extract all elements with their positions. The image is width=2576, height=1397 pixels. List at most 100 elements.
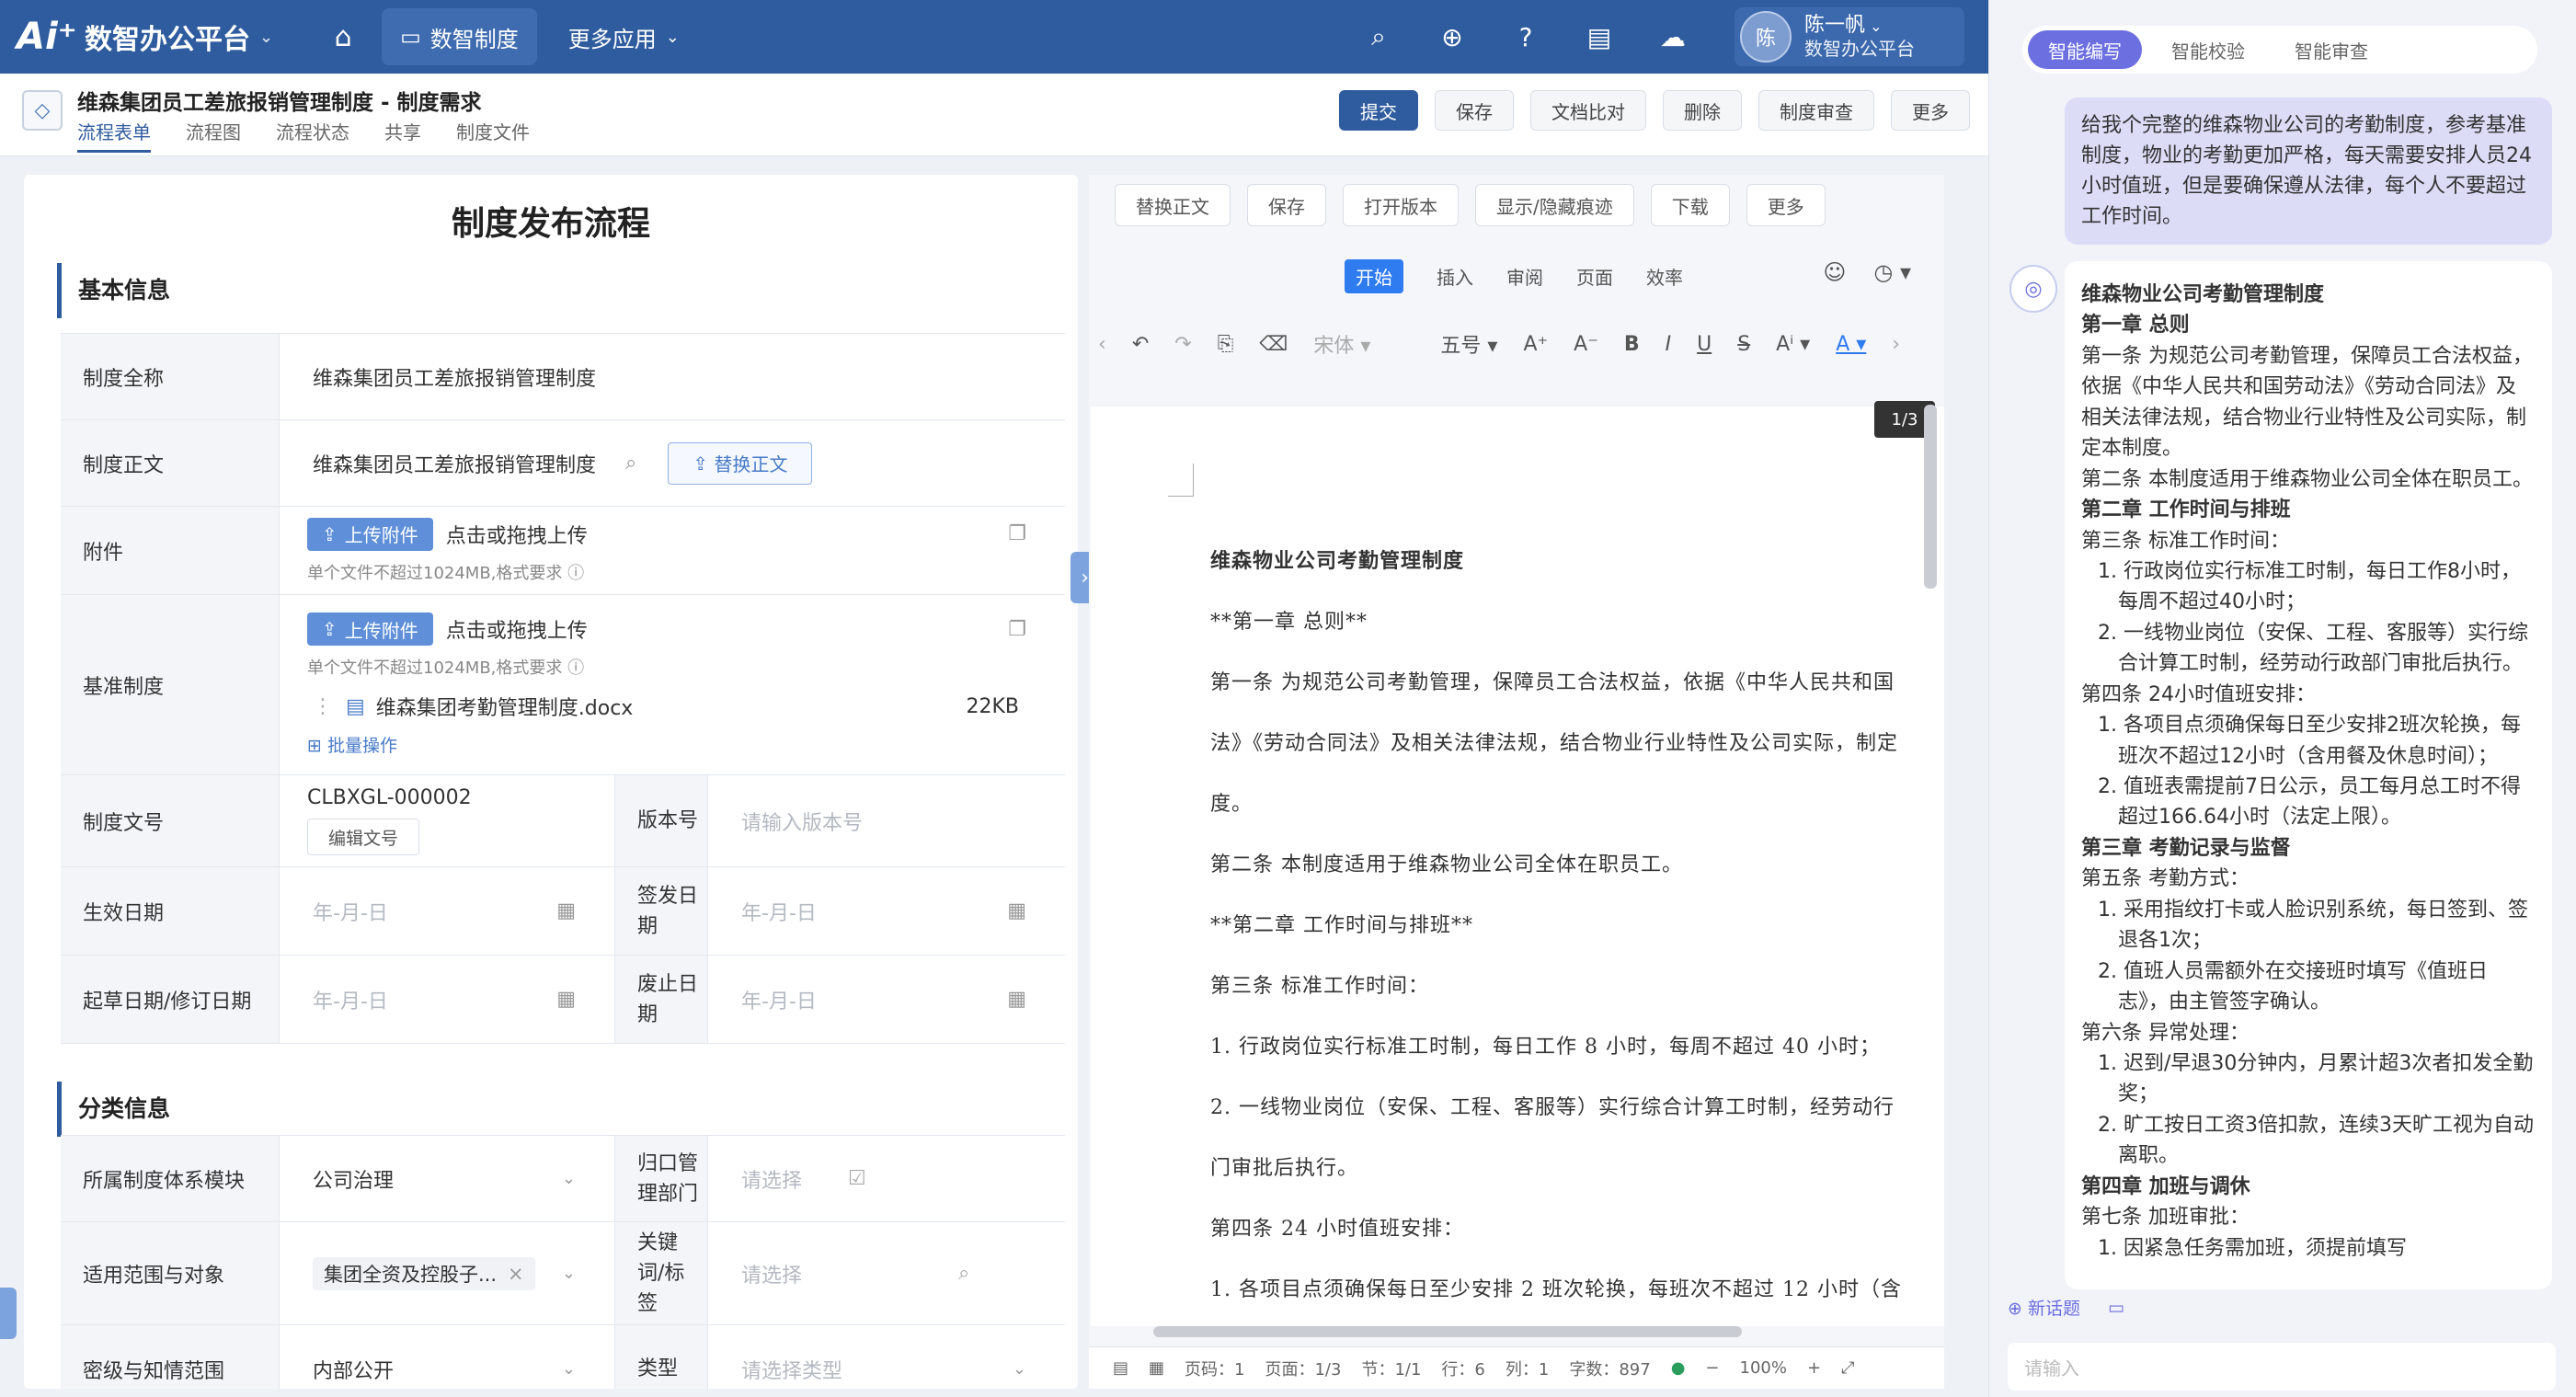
- underline-icon[interactable]: U: [1697, 333, 1712, 356]
- upload-attachment-button[interactable]: ⇪ 上传附件: [307, 613, 433, 646]
- abolish-date-picker[interactable]: 年-月-日 ▦: [708, 956, 1065, 1043]
- zoom-level[interactable]: 100%: [1740, 1358, 1787, 1378]
- keyword-select[interactable]: 请选择 ⌕: [708, 1222, 1065, 1324]
- tab-flowchart[interactable]: 流程图: [186, 118, 241, 153]
- chat-input[interactable]: 请输入: [2008, 1343, 2556, 1391]
- eraser-icon[interactable]: ⌫: [1259, 333, 1288, 356]
- draft-date-picker[interactable]: 年-月-日 ▦: [280, 956, 614, 1043]
- drag-handle-icon[interactable]: ⋮: [313, 695, 333, 718]
- undo-icon[interactable]: ↶: [1132, 333, 1149, 356]
- menu-tab-start[interactable]: 开始: [1345, 259, 1403, 293]
- cloud-upload-icon[interactable]: ☁: [1655, 19, 1690, 54]
- spell-check-icon[interactable]: ●: [1671, 1358, 1686, 1378]
- compare-button[interactable]: 文档比对: [1530, 90, 1646, 131]
- font-size-select[interactable]: 五号 ▾: [1440, 329, 1497, 359]
- open-version-button[interactable]: 打开版本: [1343, 184, 1459, 226]
- scroll-right-icon[interactable]: ›: [1892, 333, 1900, 356]
- save-button[interactable]: 保存: [1247, 184, 1326, 226]
- shrink-font-icon[interactable]: A⁻: [1574, 333, 1598, 356]
- nav-tab-system[interactable]: ▭ 数智制度: [382, 8, 537, 65]
- download-button[interactable]: 下载: [1650, 184, 1730, 226]
- issue-date-picker[interactable]: 年-月-日 ▦: [708, 867, 1065, 955]
- close-icon[interactable]: ×: [508, 1263, 524, 1285]
- menu-tab-page[interactable]: 页面: [1576, 263, 1613, 290]
- user-menu[interactable]: 陈 陈一帆 ⌄ 数智办公平台: [1735, 7, 1964, 66]
- chevron-down-icon[interactable]: ⌄: [259, 28, 273, 47]
- tab-system-file[interactable]: 制度文件: [456, 118, 530, 153]
- nav-tab-more-apps[interactable]: 更多应用 ⌄: [550, 8, 698, 65]
- menu-tab-review[interactable]: 审阅: [1506, 263, 1543, 290]
- help-icon[interactable]: ⓘ: [567, 658, 584, 678]
- tab-smart-verify[interactable]: 智能校验: [2151, 30, 2265, 69]
- help-icon[interactable]: ?: [1508, 19, 1543, 54]
- grow-font-icon[interactable]: A⁺: [1523, 333, 1548, 356]
- tab-process-status[interactable]: 流程状态: [276, 118, 349, 153]
- copy-icon[interactable]: ❐: [1008, 522, 1026, 545]
- scroll-left-icon[interactable]: ‹: [1098, 333, 1106, 356]
- tab-smart-review[interactable]: 智能审查: [2274, 30, 2388, 69]
- bold-icon[interactable]: B: [1624, 333, 1640, 356]
- document-page[interactable]: 维森物业公司考勤管理制度 **第一章 总则** 第一条 为规范公司考勤管理，保障…: [1091, 407, 1944, 1326]
- toggle-trace-button[interactable]: 显示/隐藏痕迹: [1475, 184, 1634, 226]
- ai-bottom-actions: ⊕ 新话题 ▭: [2008, 1295, 2124, 1320]
- home-icon[interactable]: ⌂: [317, 11, 369, 63]
- scope-tag[interactable]: 集团全资及控股子... ×: [313, 1256, 535, 1290]
- search-icon[interactable]: ⌕: [1361, 19, 1396, 54]
- file-item[interactable]: ⋮ ▤ 维森集团考勤管理制度.docx 22KB: [307, 692, 1065, 721]
- upload-drop-text[interactable]: 点击或拖拽上传: [446, 614, 588, 644]
- fit-page-icon[interactable]: ⤢: [1841, 1358, 1854, 1378]
- upload-drop-text[interactable]: 点击或拖拽上传: [446, 520, 588, 549]
- upload-line: ⇪ 上传附件 点击或拖拽上传 ❐: [307, 613, 1065, 646]
- help-icon[interactable]: ⓘ: [567, 564, 584, 583]
- replace-body-button[interactable]: ⇪ 替换正文: [668, 441, 813, 485]
- history-icon[interactable]: ◷ ▾: [1873, 259, 1911, 285]
- file-name[interactable]: 维森集团考勤管理制度.docx: [376, 692, 634, 721]
- new-topic-button[interactable]: ⊕ 新话题: [2008, 1295, 2080, 1320]
- app-title[interactable]: 数智办公平台: [85, 17, 250, 57]
- menu-tab-insert[interactable]: 插入: [1437, 263, 1473, 290]
- edit-docno-button[interactable]: 编辑文号: [307, 819, 420, 855]
- zoom-out-icon[interactable]: −: [1705, 1358, 1719, 1378]
- font-color-icon[interactable]: A ▾: [1836, 333, 1866, 356]
- horizontal-scrollbar[interactable]: [1153, 1326, 1742, 1337]
- secret-select[interactable]: 内部公开 ⌄: [280, 1325, 614, 1389]
- type-select[interactable]: 请选择类型 ⌄: [708, 1325, 1065, 1389]
- more-button[interactable]: 更多: [1891, 90, 1970, 131]
- left-edge-handle[interactable]: [0, 1288, 17, 1339]
- dept-select[interactable]: 请选择 ☑: [708, 1136, 1065, 1221]
- tab-process-form[interactable]: 流程表单: [77, 118, 151, 153]
- redo-icon[interactable]: ↷: [1174, 333, 1191, 356]
- upload-attachment-button[interactable]: ⇪ 上传附件: [307, 517, 433, 551]
- scope-select[interactable]: 集团全资及控股子... × ⌄: [280, 1222, 614, 1324]
- strikethrough-icon[interactable]: S: [1737, 333, 1750, 356]
- copy-icon[interactable]: ❐: [1008, 618, 1026, 641]
- outline-icon[interactable]: ▤: [1113, 1358, 1128, 1378]
- tab-share[interactable]: 共享: [384, 118, 421, 153]
- zoom-in-icon[interactable]: +: [1807, 1358, 1821, 1378]
- notice-icon[interactable]: ▤: [1582, 19, 1617, 54]
- save-button[interactable]: 保存: [1435, 90, 1514, 131]
- assistant-icon[interactable]: ☺: [1823, 259, 1846, 285]
- more-button[interactable]: 更多: [1746, 184, 1826, 226]
- delete-button[interactable]: 删除: [1663, 90, 1742, 131]
- batch-operation-link[interactable]: ⊞ 批量操作: [307, 732, 397, 757]
- search-icon[interactable]: ⌕: [625, 452, 636, 475]
- version-input[interactable]: 请输入版本号: [708, 775, 1065, 866]
- format-painter-icon[interactable]: ⎘: [1218, 333, 1234, 356]
- full-name-field[interactable]: 维森集团员工差旅报销管理制度: [280, 334, 1065, 419]
- italic-icon[interactable]: I: [1666, 333, 1672, 356]
- add-icon[interactable]: ⊕: [1435, 19, 1470, 54]
- menu-tab-efficiency[interactable]: 效率: [1646, 263, 1683, 290]
- vertical-scrollbar[interactable]: [1924, 405, 1937, 589]
- font-family-select[interactable]: 宋体 ▾: [1313, 329, 1414, 359]
- layout-icon[interactable]: ▦: [1149, 1358, 1164, 1378]
- folder-icon[interactable]: ▭: [2108, 1298, 2124, 1318]
- module-select[interactable]: 公司治理 ⌄: [280, 1136, 614, 1221]
- superscript-icon[interactable]: Aⁱ ▾: [1776, 333, 1810, 356]
- submit-button[interactable]: 提交: [1339, 90, 1418, 131]
- replace-body-button[interactable]: 替换正文: [1115, 184, 1231, 226]
- effective-date-picker[interactable]: 年-月-日 ▦: [280, 867, 614, 955]
- tab-smart-write[interactable]: 智能编写: [2028, 30, 2142, 69]
- chevron-down-icon: ⌄: [665, 27, 680, 47]
- review-button[interactable]: 制度审查: [1758, 90, 1874, 131]
